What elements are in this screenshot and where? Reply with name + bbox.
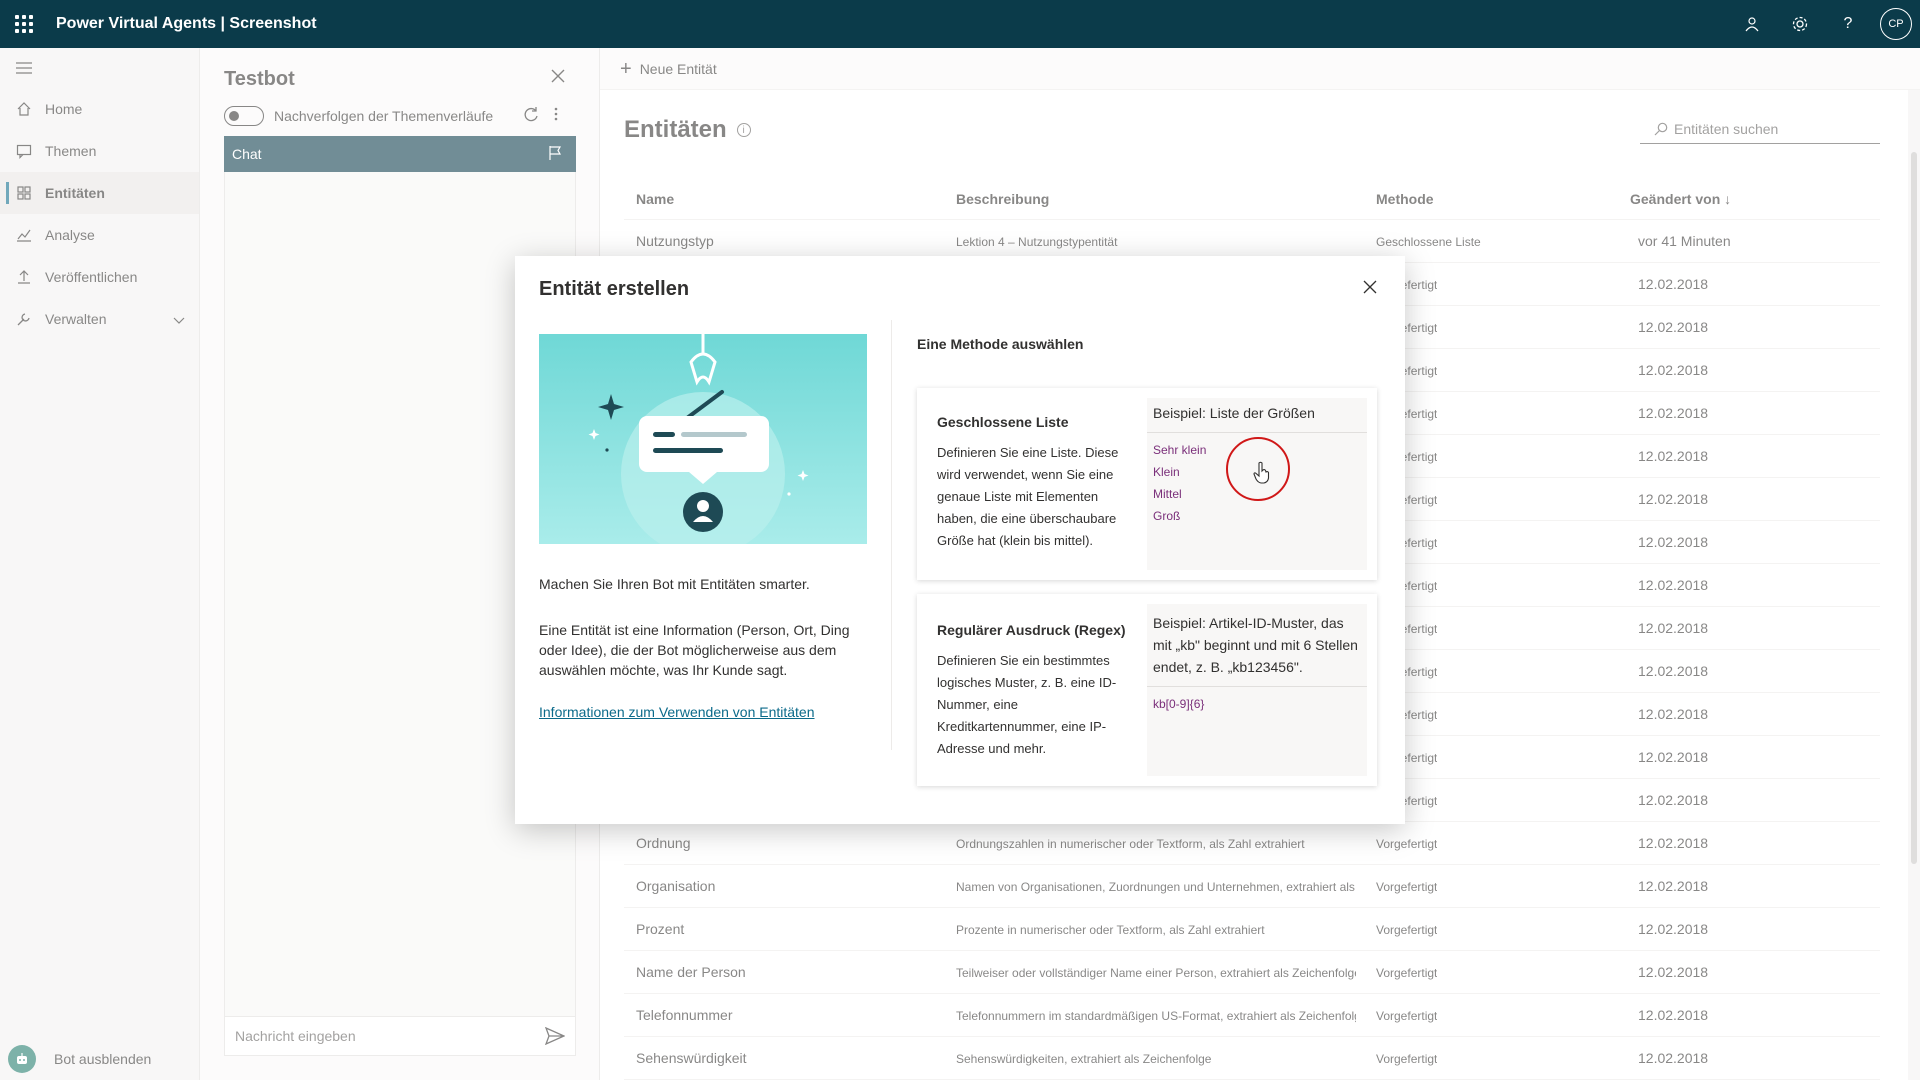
top-bar: Power Virtual Agents | Screenshot ? CP [0, 0, 1920, 48]
example-heading: Beispiel: Artikel-ID-Muster, das mit „kb… [1147, 604, 1367, 687]
learn-more-link[interactable]: Informationen zum Verwenden von Entitäte… [539, 704, 815, 720]
user-icon[interactable] [1728, 0, 1776, 48]
user-avatar[interactable]: CP [1880, 8, 1912, 40]
example-item: kb[0-9]{6} [1153, 697, 1205, 711]
waffle-icon [15, 15, 33, 33]
settings-gear-icon[interactable] [1776, 0, 1824, 48]
dialog-title: Entität erstellen [539, 278, 690, 300]
card-title: Regulärer Ausdruck (Regex) [937, 622, 1126, 638]
example-heading: Beispiel: Liste der Größen [1147, 398, 1367, 433]
dialog-intro: Machen Sie Ihren Bot mit Entitäten smart… [539, 576, 810, 592]
divider [891, 320, 892, 750]
card-description: Definieren Sie eine Liste. Diese wird ve… [937, 445, 1119, 548]
app-launcher-button[interactable] [0, 0, 48, 48]
method-card-regex[interactable]: Regulärer Ausdruck (Regex) Definieren Si… [917, 594, 1377, 786]
card-example: Beispiel: Artikel-ID-Muster, das mit „kb… [1147, 604, 1367, 776]
card-description: Definieren Sie ein bestimmtes logisches … [937, 653, 1117, 756]
example-list: kb[0-9]{6} [1147, 687, 1367, 721]
help-icon[interactable]: ? [1824, 0, 1872, 48]
example-item: Groß [1153, 509, 1181, 523]
entity-illustration [539, 334, 867, 544]
top-icons: ? CP [1728, 0, 1920, 48]
method-section-label: Eine Methode auswählen [917, 336, 1084, 352]
close-icon[interactable] [1363, 280, 1377, 299]
app-title: Power Virtual Agents | Screenshot [56, 15, 317, 32]
cursor-highlight [1226, 437, 1290, 501]
card-title: Geschlossene Liste [937, 414, 1069, 430]
method-card-closed-list[interactable]: Geschlossene Liste Definieren Sie eine L… [917, 388, 1377, 580]
create-entity-dialog: Entität erstellen Machen Sie Ihren Bot m… [515, 256, 1405, 824]
dialog-body: Eine Entität ist eine Information (Perso… [539, 622, 850, 678]
hand-cursor-icon [1253, 461, 1270, 484]
